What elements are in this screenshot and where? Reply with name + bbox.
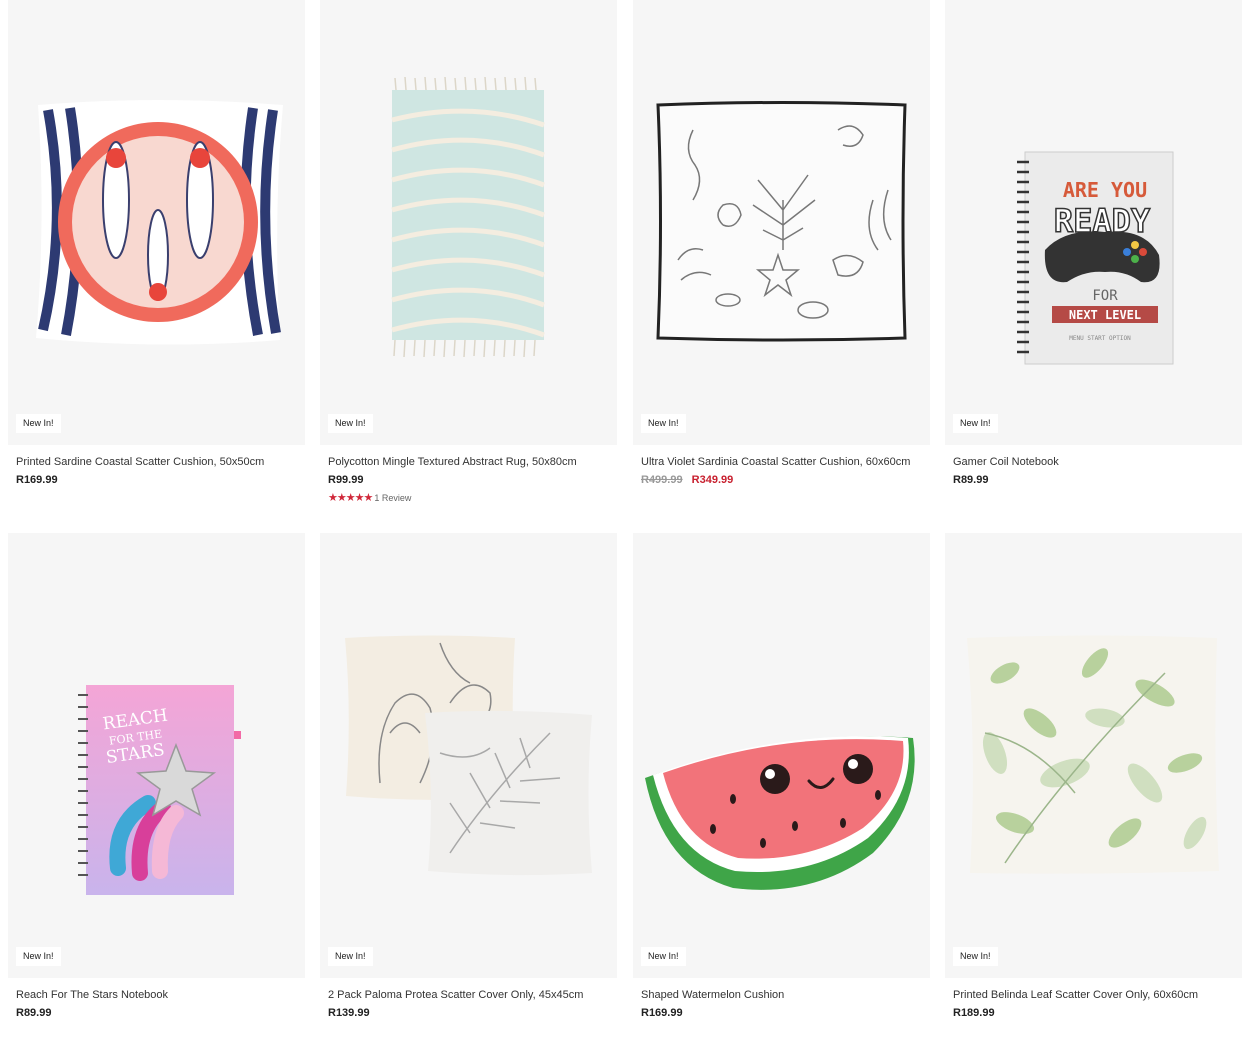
sardinia-cushion-image xyxy=(656,101,907,342)
product-title[interactable]: Reach For The Stars Notebook xyxy=(16,987,297,1003)
product-card[interactable]: New In! Ultra Violet Sardinia Coastal Sc… xyxy=(633,0,930,486)
product-image-stars-notebook[interactable]: REACH FOR THE STARS New In! xyxy=(8,533,305,978)
product-card[interactable]: REACH FOR THE STARS New In! Reach For Th… xyxy=(8,533,305,1019)
product-title[interactable]: Printed Belinda Leaf Scatter Cover Only,… xyxy=(953,987,1234,1003)
stars-notebook-image: REACH FOR THE STARS xyxy=(78,685,241,895)
product-card[interactable]: New In! Polycotton Mingle Textured Abstr… xyxy=(320,0,617,504)
product-price: R189.99 xyxy=(953,1007,995,1019)
product-card[interactable]: New In! Printed Sardine Coastal Scatter … xyxy=(8,0,305,486)
product-image-leaf-cover[interactable]: New In! xyxy=(945,533,1242,978)
product-title[interactable]: Gamer Coil Notebook xyxy=(953,454,1234,470)
product-card[interactable]: ARE YOU READY FOR NEXT LEVEL MENU START … xyxy=(945,0,1242,486)
product-price: R499.99 R349.99 xyxy=(641,474,922,486)
new-in-badge: New In! xyxy=(641,414,686,433)
sardine-cushion-image xyxy=(36,100,283,345)
product-image-sardinia-cushion[interactable]: New In! xyxy=(633,0,930,445)
product-title[interactable]: Printed Sardine Coastal Scatter Cushion,… xyxy=(16,454,297,470)
product-title[interactable]: 2 Pack Paloma Protea Scatter Cover Only,… xyxy=(328,987,609,1003)
svg-text:ARE YOU: ARE YOU xyxy=(1063,178,1147,202)
new-in-badge: New In! xyxy=(16,414,61,433)
product-image-rug[interactable]: New In! xyxy=(320,0,617,445)
product-card[interactable]: New In! Shaped Watermelon Cushion R169.9… xyxy=(633,533,930,1019)
leaf-cover-image xyxy=(967,635,1219,874)
new-in-badge: New In! xyxy=(953,947,998,966)
watermelon-cushion-image xyxy=(645,736,915,890)
product-grid: New In! Printed Sardine Coastal Scatter … xyxy=(0,0,1250,1050)
new-in-badge: New In! xyxy=(328,947,373,966)
product-image-watermelon-cushion[interactable]: New In! xyxy=(633,533,930,978)
product-rating[interactable]: ★★★★★ 1 Review xyxy=(328,491,609,504)
product-image-sardine-cushion[interactable]: New In! xyxy=(8,0,305,445)
product-price: R139.99 xyxy=(328,1007,370,1019)
new-in-badge: New In! xyxy=(328,414,373,433)
product-price: R169.99 xyxy=(16,474,58,486)
new-in-badge: New In! xyxy=(641,947,686,966)
product-card[interactable]: New In! Printed Belinda Leaf Scatter Cov… xyxy=(945,533,1242,1019)
product-title[interactable]: Polycotton Mingle Textured Abstract Rug,… xyxy=(328,454,609,470)
new-in-badge: New In! xyxy=(953,414,998,433)
product-price: R169.99 xyxy=(641,1007,683,1019)
rug-image xyxy=(391,76,545,358)
svg-text:NEXT LEVEL: NEXT LEVEL xyxy=(1069,308,1141,322)
product-title[interactable]: Ultra Violet Sardinia Coastal Scatter Cu… xyxy=(641,454,922,470)
product-price: R99.99 xyxy=(328,474,364,486)
product-price: R89.99 xyxy=(953,474,989,486)
review-count[interactable]: 1 Review xyxy=(374,493,411,503)
new-in-badge: New In! xyxy=(16,947,61,966)
gamer-notebook-image: ARE YOU READY FOR NEXT LEVEL MENU START … xyxy=(1017,151,1174,365)
svg-text:FOR: FOR xyxy=(1092,288,1118,304)
svg-text:MENU START OPTION: MENU START OPTION xyxy=(1069,335,1131,342)
original-price: R499.99 xyxy=(641,474,683,486)
sale-price: R349.99 xyxy=(691,474,734,486)
star-rating-icon: ★★★★★ xyxy=(328,492,373,504)
product-title[interactable]: Shaped Watermelon Cushion xyxy=(641,987,922,1003)
product-image-protea-covers[interactable]: New In! xyxy=(320,533,617,978)
protea-covers-image xyxy=(345,635,592,876)
product-image-gamer-notebook[interactable]: ARE YOU READY FOR NEXT LEVEL MENU START … xyxy=(945,0,1242,445)
product-card[interactable]: New In! 2 Pack Paloma Protea Scatter Cov… xyxy=(320,533,617,1019)
product-price: R89.99 xyxy=(16,1007,52,1019)
